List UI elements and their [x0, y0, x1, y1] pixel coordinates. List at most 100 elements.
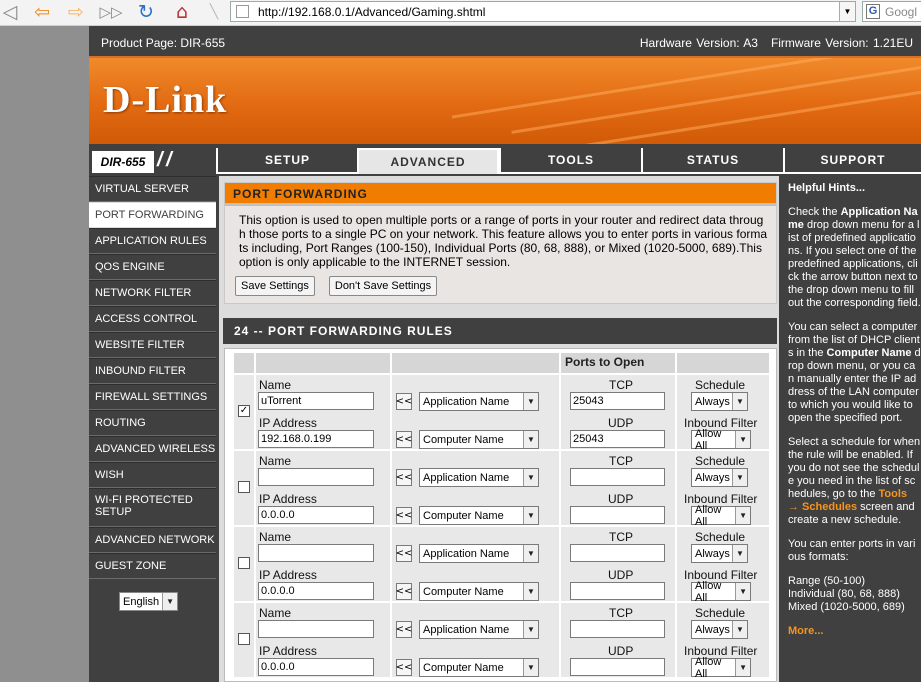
tcp-ports-input[interactable]	[570, 468, 665, 486]
rule-enable-checkbox[interactable]: ✓	[238, 405, 250, 417]
rule-ip-input[interactable]: 0.0.0.0	[258, 506, 374, 524]
chevron-down-icon[interactable]: ▼	[523, 393, 538, 410]
computer-name-select[interactable]: Computer Name ▼	[419, 582, 539, 601]
chevron-down-icon[interactable]: ▼	[735, 583, 750, 600]
copy-computer-button[interactable]: <<	[396, 507, 412, 524]
chevron-down-icon[interactable]: ▼	[523, 621, 538, 638]
search-box[interactable]: G Googl	[862, 1, 921, 22]
tab-setup[interactable]: SETUP	[216, 148, 357, 174]
search-input[interactable]: Googl	[885, 5, 917, 19]
chevron-down-icon[interactable]: ▼	[523, 545, 538, 562]
chevron-down-icon[interactable]: ▼	[732, 393, 747, 410]
rule-name-input[interactable]: uTorrent	[258, 392, 374, 410]
udp-ports-input[interactable]	[570, 582, 665, 600]
computer-name-select[interactable]: Computer Name ▼	[419, 658, 539, 677]
sidebar-item-qos-engine[interactable]: QOS ENGINE	[89, 254, 216, 280]
chevron-down-icon[interactable]: ▼	[735, 507, 750, 524]
copy-application-button[interactable]: <<	[396, 393, 412, 410]
schedule-select[interactable]: Always ▼	[691, 468, 748, 487]
chevron-down-icon[interactable]: ▼	[523, 469, 538, 486]
forward-arrow-icon[interactable]: ⇨	[64, 1, 88, 23]
tab-support[interactable]: SUPPORT	[783, 148, 921, 174]
sidebar-item-guest-zone[interactable]: GUEST ZONE	[89, 553, 216, 579]
chevron-down-icon[interactable]: ▼	[523, 507, 538, 524]
history-forward-icon[interactable]: ▷▷	[98, 1, 124, 23]
rule-enable-checkbox[interactable]	[238, 481, 250, 493]
chevron-down-icon[interactable]: ▼	[735, 659, 750, 676]
chevron-down-icon[interactable]: ▼	[162, 593, 178, 610]
rule-ip-input[interactable]: 0.0.0.0	[258, 582, 374, 600]
sidebar-item-inbound-filter[interactable]: INBOUND FILTER	[89, 358, 216, 384]
sidebar-item-firewall-settings[interactable]: FIREWALL SETTINGS	[89, 384, 216, 410]
copy-application-button[interactable]: <<	[396, 621, 412, 638]
computer-name-select[interactable]: Computer Name ▼	[419, 430, 539, 449]
rule-name-input[interactable]	[258, 544, 374, 562]
language-value[interactable]: English	[120, 596, 162, 608]
rule-enable-checkbox[interactable]	[238, 557, 250, 569]
dont-save-settings-button[interactable]: Don't Save Settings	[328, 276, 438, 296]
sidebar-item-routing[interactable]: ROUTING	[89, 410, 216, 436]
application-name-select[interactable]: Application Name ▼	[419, 620, 539, 639]
sidebar-item-application-rules[interactable]: APPLICATION RULES	[89, 228, 216, 254]
sidebar-item-port-forwarding[interactable]: PORT FORWARDING	[89, 202, 216, 228]
inbound-filter-select[interactable]: Allow All ▼	[691, 504, 751, 528]
tab-advanced[interactable]: ADVANCED	[357, 148, 499, 174]
reload-icon[interactable]: ↻	[134, 1, 158, 23]
sidebar-item-access-control[interactable]: ACCESS CONTROL	[89, 306, 216, 332]
application-name-select[interactable]: Application Name ▼	[419, 544, 539, 563]
save-settings-button[interactable]: Save Settings	[235, 276, 315, 296]
chevron-down-icon[interactable]: ▼	[523, 659, 538, 676]
tab-tools[interactable]: TOOLS	[499, 148, 641, 174]
sidebar-item-wifi-protected-setup[interactable]: WI-FI PROTECTED SETUP	[89, 488, 216, 527]
udp-ports-input[interactable]	[570, 506, 665, 524]
rule-name-input[interactable]	[258, 468, 374, 486]
chevron-down-icon[interactable]: ▼	[735, 431, 750, 448]
sidebar-item-virtual-server[interactable]: VIRTUAL SERVER	[89, 176, 216, 202]
url-dropdown-icon[interactable]: ▼	[839, 2, 855, 21]
application-name-select[interactable]: Application Name ▼	[419, 392, 539, 411]
back-arrow-icon[interactable]: ⇦	[30, 1, 54, 23]
sidebar-item-network-filter[interactable]: NETWORK FILTER	[89, 280, 216, 306]
rule-enable-checkbox[interactable]	[238, 633, 250, 645]
chevron-down-icon[interactable]: ▼	[523, 431, 538, 448]
schedule-select[interactable]: Always ▼	[691, 392, 748, 411]
url-text[interactable]: http://192.168.0.1/Advanced/Gaming.shtml	[258, 5, 485, 19]
copy-computer-button[interactable]: <<	[396, 583, 412, 600]
more-link[interactable]: More...	[788, 625, 921, 638]
tcp-ports-input[interactable]	[570, 544, 665, 562]
tcp-ports-input[interactable]: 25043	[570, 392, 665, 410]
rule-ip-input[interactable]: 0.0.0.0	[258, 658, 374, 676]
copy-computer-button[interactable]: <<	[396, 659, 412, 676]
rule-name-input[interactable]	[258, 620, 374, 638]
header-cell	[677, 353, 769, 373]
chevron-down-icon[interactable]: ▼	[732, 621, 747, 638]
address-bar[interactable]: http://192.168.0.1/Advanced/Gaming.shtml…	[230, 1, 856, 22]
copy-application-button[interactable]: <<	[396, 545, 412, 562]
schedule-select[interactable]: Always ▼	[691, 620, 748, 639]
rule-ip-input[interactable]: 192.168.0.199	[258, 430, 374, 448]
udp-ports-input[interactable]	[570, 658, 665, 676]
history-back-icon[interactable]: ◁	[0, 1, 20, 23]
inbound-filter-select[interactable]: Allow All ▼	[691, 656, 751, 680]
chevron-down-icon[interactable]: ▼	[732, 469, 747, 486]
sidebar-item-wish[interactable]: WISH	[89, 462, 216, 488]
chevron-down-icon[interactable]: ▼	[732, 545, 747, 562]
tcp-ports-input[interactable]	[570, 620, 665, 638]
copy-computer-button[interactable]: <<	[396, 431, 412, 448]
sidebar-item-advanced-wireless[interactable]: ADVANCED WIRELESS	[89, 436, 216, 462]
sidebar-item-advanced-network[interactable]: ADVANCED NETWORK	[89, 527, 216, 553]
application-name-select[interactable]: Application Name ▼	[419, 468, 539, 487]
inbound-filter-select[interactable]: Allow All ▼	[691, 428, 751, 452]
product-page-link[interactable]: Product Page: DIR-655	[101, 36, 225, 50]
sidebar-item-website-filter[interactable]: WEBSITE FILTER	[89, 332, 216, 358]
inbound-filter-select[interactable]: Allow All ▼	[691, 580, 751, 604]
chevron-down-icon[interactable]: ▼	[523, 583, 538, 600]
tab-status[interactable]: STATUS	[641, 148, 783, 174]
copy-application-button[interactable]: <<	[396, 469, 412, 486]
stop-icon[interactable]: ╲	[204, 1, 224, 23]
schedule-select[interactable]: Always ▼	[691, 544, 748, 563]
home-icon[interactable]: ⌂	[170, 1, 194, 23]
computer-name-select[interactable]: Computer Name ▼	[419, 506, 539, 525]
language-select[interactable]: English ▼	[119, 592, 179, 611]
udp-ports-input[interactable]: 25043	[570, 430, 665, 448]
